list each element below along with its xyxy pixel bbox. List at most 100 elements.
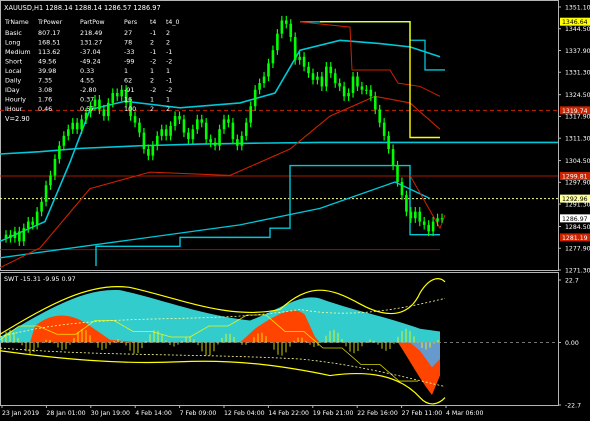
table-cell: 1 <box>166 67 170 75</box>
candle-body <box>209 139 212 143</box>
table-cell: 100 <box>124 105 136 113</box>
candle-body <box>302 56 306 67</box>
table-cell: -49.24 <box>80 58 101 66</box>
table-cell: -2 <box>166 86 172 94</box>
candle-body <box>13 231 17 239</box>
table-header: TrName <box>4 19 29 26</box>
candle-body <box>213 142 217 146</box>
table-cell: 0.46 <box>38 105 52 113</box>
table-cell: 7.35 <box>38 77 52 85</box>
candle-body <box>427 224 430 232</box>
time-tick-label: 12 Feb 04:00 <box>224 410 265 417</box>
candle-body <box>267 63 270 77</box>
table-cell: 0.33 <box>80 67 94 75</box>
price-tick-label: 1351.10 <box>565 4 590 11</box>
candle-body <box>182 119 186 133</box>
table-cell: Long <box>5 39 20 47</box>
candle-body <box>200 119 204 123</box>
table-cell: Basic <box>5 29 22 37</box>
candle-body <box>187 132 190 140</box>
table-cell: 39.98 <box>38 67 56 75</box>
candle-body <box>262 76 266 84</box>
table-cell: Hourly <box>5 96 26 104</box>
table-cell: 1 <box>150 96 154 104</box>
table-cell: -1 <box>150 29 156 37</box>
table-cell: 1.76 <box>38 96 52 104</box>
table-cell: 16 <box>124 96 132 104</box>
candle-body <box>400 182 404 196</box>
time-tick-label: 27 Feb 11:00 <box>402 410 443 417</box>
price-tick-label: 1324.50 <box>565 92 590 99</box>
candle-body <box>440 218 444 220</box>
candle-body <box>387 135 390 150</box>
table-cell: 78 <box>124 39 132 47</box>
candle-body <box>18 231 21 242</box>
candle-body <box>280 20 284 34</box>
candle-body <box>244 122 248 136</box>
candle-body <box>373 96 377 110</box>
candle-body <box>365 89 368 91</box>
candle-body <box>173 116 177 126</box>
candle-body <box>391 149 395 166</box>
time-tick-label: 23 Jan 2019 <box>2 410 39 417</box>
candle-body <box>204 122 208 140</box>
table-cell: 1 <box>166 96 170 104</box>
table-cell: 2 <box>150 77 154 85</box>
price-tick-label: 1304.50 <box>565 158 590 165</box>
table-cell: -37.04 <box>80 48 101 56</box>
table-cell: 1 <box>124 67 128 75</box>
table-cell: -1 <box>150 48 156 56</box>
table-cell: -2 <box>150 86 156 94</box>
candle-body <box>40 201 43 212</box>
table-cell: 113.62 <box>38 48 60 56</box>
candle-body <box>360 86 364 90</box>
price-tick-label: 1331.30 <box>565 70 590 77</box>
price-tick-label: 1311.30 <box>565 135 590 142</box>
table-cell: 168.51 <box>38 39 60 47</box>
time-tick-label: 19 Feb 21:00 <box>313 410 354 417</box>
candle-body <box>236 139 239 146</box>
candle-body <box>84 112 88 120</box>
table-v-line: V=2.90 <box>5 115 30 123</box>
candle-body <box>26 221 30 229</box>
candle-body <box>66 129 70 136</box>
time-tick-label: 30 Jan 19:00 <box>91 410 130 417</box>
symbol-header: XAUUSD,H1 1288.14 1288.14 1286.57 1286.9… <box>4 4 161 12</box>
candle-body <box>98 99 101 110</box>
candle-body <box>164 129 168 136</box>
candle-body <box>53 158 57 176</box>
time-tick-label: 14 Feb 22:00 <box>268 410 309 417</box>
table-cell: -91 <box>124 86 134 94</box>
candle-body <box>298 56 301 61</box>
candle-body <box>311 73 315 80</box>
candle-body <box>178 116 181 120</box>
time-tick-label: 4 Feb 14:00 <box>135 410 172 417</box>
cyan-channel-line <box>0 141 558 155</box>
candle-body <box>289 23 293 37</box>
candle-body <box>9 234 12 239</box>
candle-body <box>142 132 146 150</box>
table-cell: 62 <box>124 77 132 85</box>
candle-body <box>62 135 66 146</box>
time-tick-label: 7 Feb 09:00 <box>180 410 217 417</box>
table-cell: -33 <box>124 48 134 56</box>
candle-body <box>253 89 257 107</box>
candle-body <box>396 165 399 183</box>
table-cell: 807.17 <box>38 29 60 37</box>
candle-body <box>169 125 172 136</box>
candle-body <box>120 89 123 97</box>
candle-body <box>31 221 34 225</box>
candle-body <box>155 135 159 146</box>
table-cell: 49.56 <box>38 58 56 66</box>
table-cell: -99 <box>124 58 134 66</box>
swt-lower-envelope <box>0 350 446 405</box>
candle-body <box>102 109 106 117</box>
table-header: TrPower <box>37 19 63 26</box>
candle-body <box>436 218 439 222</box>
table-cell: 0.37 <box>80 96 94 104</box>
candle-body <box>151 145 155 156</box>
chart-canvas[interactable]: TrName TrPower PartPow Pers t4 t4_0 Basic 807.1… <box>0 0 590 421</box>
table-cell: 0.57 <box>80 105 94 113</box>
candle-body <box>284 20 288 24</box>
candle-body <box>351 76 355 94</box>
